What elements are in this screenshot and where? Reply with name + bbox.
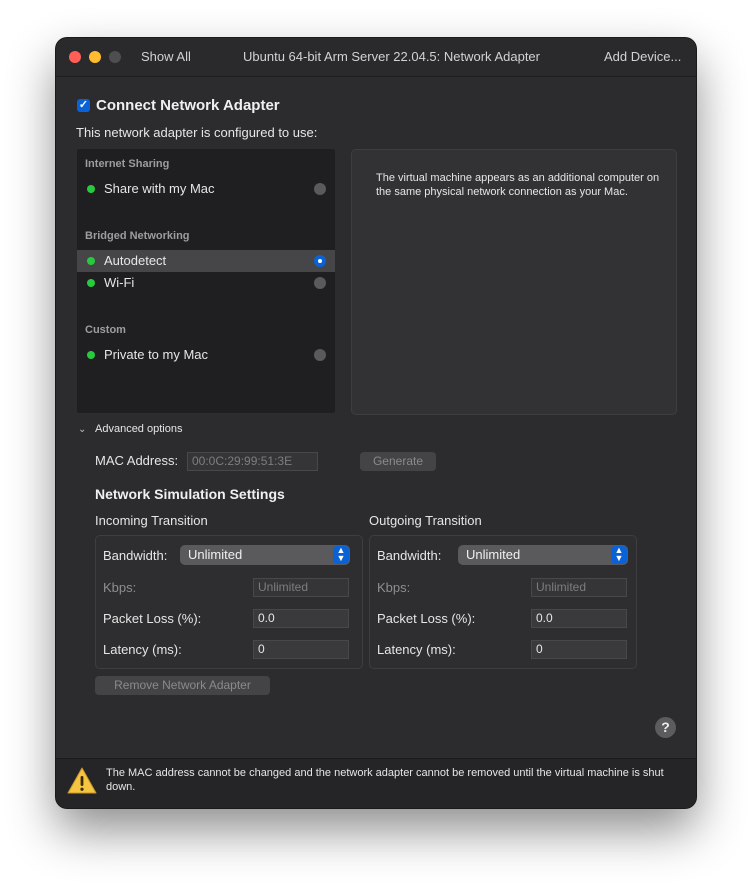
network-type-list: Internet Sharing Share with my Mac Bridg… bbox=[77, 149, 335, 413]
status-dot-icon bbox=[87, 351, 95, 359]
outgoing-kbps-field[interactable]: Unlimited bbox=[531, 578, 627, 597]
chevron-updown-icon: ▲ ▼ bbox=[611, 546, 627, 564]
minimize-window-button[interactable] bbox=[89, 51, 101, 63]
network-adapter-window: Show All Ubuntu 64-bit Arm Server 22.04.… bbox=[56, 38, 696, 808]
mac-address-field[interactable]: 00:0C:29:99:51:3E bbox=[187, 452, 318, 471]
outgoing-bandwidth-select[interactable]: Unlimited ▲ ▼ bbox=[458, 545, 628, 565]
list-item-wifi[interactable]: Wi-Fi bbox=[77, 272, 335, 294]
list-item-label: Private to my Mac bbox=[104, 347, 209, 362]
simulation-title: Network Simulation Settings bbox=[95, 486, 285, 502]
outgoing-bandwidth-value: Unlimited bbox=[466, 547, 521, 562]
remove-network-adapter-button[interactable]: Remove Network Adapter bbox=[95, 676, 270, 695]
incoming-bandwidth-value: Unlimited bbox=[188, 547, 243, 562]
incoming-bandwidth-select[interactable]: Unlimited ▲ ▼ bbox=[180, 545, 350, 565]
incoming-packet-loss-label: Packet Loss (%): bbox=[103, 611, 202, 626]
radio-share-with-mac[interactable] bbox=[314, 183, 326, 195]
mac-address-label: MAC Address: bbox=[95, 453, 179, 468]
description-text: The virtual machine appears as an additi… bbox=[376, 172, 660, 198]
incoming-settings-box: Bandwidth: Unlimited ▲ ▼ Kbps: Unlimited … bbox=[95, 535, 363, 669]
status-dot-icon bbox=[87, 257, 95, 265]
radio-private-to-mac[interactable] bbox=[314, 349, 326, 361]
chevron-updown-icon: ▲ ▼ bbox=[333, 546, 349, 564]
section-header-internet-sharing: Internet Sharing bbox=[85, 158, 170, 170]
outgoing-title: Outgoing Transition bbox=[369, 513, 482, 528]
incoming-kbps-label: Kbps: bbox=[103, 580, 137, 595]
list-item-private-to-mac[interactable]: Private to my Mac bbox=[77, 344, 335, 366]
outgoing-packet-loss-field[interactable]: 0.0 bbox=[531, 609, 627, 628]
outgoing-kbps-label: Kbps: bbox=[377, 580, 411, 595]
configured-subtitle: This network adapter is configured to us… bbox=[76, 125, 318, 140]
chevron-down-icon[interactable]: ⌄ bbox=[78, 424, 86, 435]
list-item-label: Wi-Fi bbox=[104, 275, 135, 290]
advanced-options-toggle[interactable]: Advanced options bbox=[95, 423, 182, 435]
status-dot-icon bbox=[87, 279, 95, 287]
description-panel: The virtual machine appears as an additi… bbox=[351, 149, 677, 415]
outgoing-settings-box: Bandwidth: Unlimited ▲ ▼ Kbps: Unlimited … bbox=[369, 535, 637, 669]
close-window-button[interactable] bbox=[69, 51, 81, 63]
add-device-button[interactable]: Add Device... bbox=[604, 49, 681, 64]
generate-button[interactable]: Generate bbox=[360, 452, 436, 471]
titlebar: Show All Ubuntu 64-bit Arm Server 22.04.… bbox=[56, 38, 696, 77]
incoming-bandwidth-label: Bandwidth: bbox=[103, 548, 168, 563]
help-icon[interactable]: ? bbox=[655, 717, 676, 738]
warning-footer: The MAC address cannot be changed and th… bbox=[56, 758, 696, 808]
incoming-title: Incoming Transition bbox=[95, 513, 208, 528]
outgoing-latency-field[interactable]: 0 bbox=[531, 640, 627, 659]
radio-wifi[interactable] bbox=[314, 277, 326, 289]
outgoing-latency-label: Latency (ms): bbox=[377, 642, 456, 657]
section-header-bridged-networking: Bridged Networking bbox=[85, 230, 190, 242]
list-item-share-with-mac[interactable]: Share with my Mac bbox=[77, 178, 335, 200]
zoom-window-button[interactable] bbox=[109, 51, 121, 63]
incoming-latency-label: Latency (ms): bbox=[103, 642, 182, 657]
incoming-latency-field[interactable]: 0 bbox=[253, 640, 349, 659]
connect-adapter-label[interactable]: Connect Network Adapter bbox=[96, 97, 280, 114]
incoming-kbps-field[interactable]: Unlimited bbox=[253, 578, 349, 597]
outgoing-packet-loss-label: Packet Loss (%): bbox=[377, 611, 476, 626]
warning-icon bbox=[66, 766, 98, 801]
section-header-custom: Custom bbox=[85, 324, 126, 336]
window-title: Ubuntu 64-bit Arm Server 22.04.5: Networ… bbox=[243, 49, 540, 64]
list-item-label: Share with my Mac bbox=[104, 181, 215, 196]
outgoing-bandwidth-label: Bandwidth: bbox=[377, 548, 442, 563]
radio-autodetect[interactable] bbox=[314, 255, 326, 267]
show-all-button[interactable]: Show All bbox=[141, 49, 191, 64]
list-item-autodetect[interactable]: Autodetect bbox=[77, 250, 335, 272]
status-dot-icon bbox=[87, 185, 95, 193]
warning-message: The MAC address cannot be changed and th… bbox=[106, 767, 664, 793]
incoming-packet-loss-field[interactable]: 0.0 bbox=[253, 609, 349, 628]
list-item-label: Autodetect bbox=[104, 253, 167, 268]
connect-adapter-checkbox[interactable]: ✓ bbox=[77, 99, 90, 112]
